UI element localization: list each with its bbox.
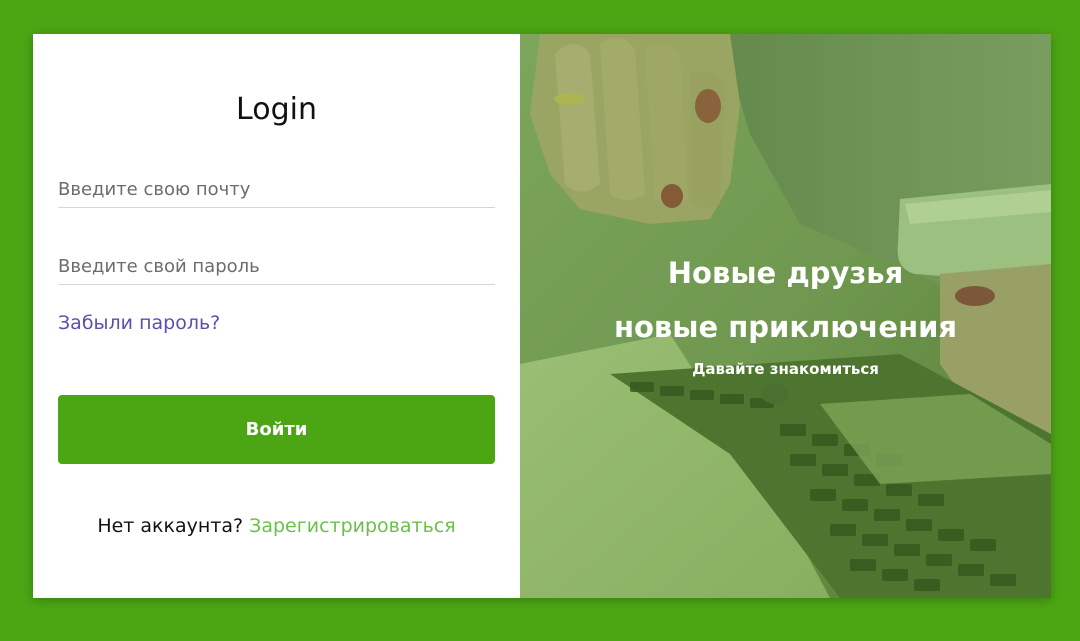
hero-panel: Новые друзья новые приключения Давайте з… <box>520 34 1051 598</box>
login-button[interactable]: Войти <box>58 395 495 464</box>
forgot-password-link[interactable]: Забыли пароль? <box>58 312 220 334</box>
login-title: Login <box>236 92 317 127</box>
hero-headline-line2: новые приключения <box>613 310 958 344</box>
email-field[interactable] <box>58 171 495 208</box>
login-form-panel: Login Забыли пароль? Войти Нет аккаунта?… <box>33 34 520 598</box>
hero-text: Новые друзья новые приключения Давайте з… <box>520 250 1051 378</box>
hero-headline-line1: Новые друзья <box>667 256 904 290</box>
login-card: Login Забыли пароль? Войти Нет аккаунта?… <box>33 34 1051 598</box>
signup-prompt: Нет аккаунта? Зарегистрироваться <box>33 515 520 537</box>
signup-link[interactable]: Зарегистрироваться <box>249 515 456 537</box>
password-field[interactable] <box>58 248 495 285</box>
no-account-text: Нет аккаунта? <box>97 515 244 537</box>
hero-subtitle: Давайте знакомиться <box>692 360 879 378</box>
